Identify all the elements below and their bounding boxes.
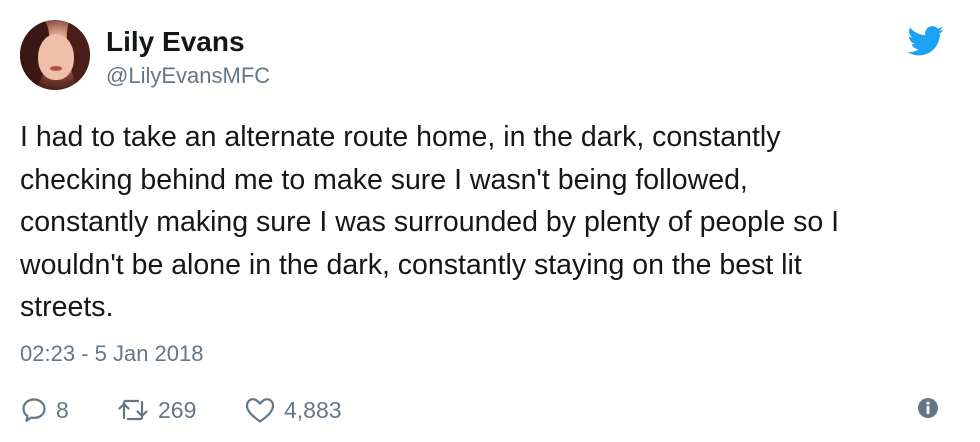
tweet-timestamp[interactable]: 02:23 - 5 Jan 2018 (20, 341, 203, 367)
info-icon[interactable] (916, 396, 940, 420)
tweet-card: Lily Evans @LilyEvansMFC I had to take a… (0, 0, 980, 442)
twitter-bird-icon[interactable] (908, 26, 944, 56)
like-button[interactable]: 4,883 (244, 394, 342, 426)
retweet-count: 269 (158, 396, 197, 423)
retweet-icon (118, 399, 148, 421)
author-name[interactable]: Lily Evans (106, 26, 245, 58)
avatar[interactable] (20, 20, 90, 90)
tweet-text: I had to take an alternate route home, i… (20, 121, 840, 323)
reply-icon (22, 398, 46, 422)
reply-count: 8 (56, 396, 69, 423)
author-handle[interactable]: @LilyEvansMFC (106, 63, 270, 89)
retweet-button[interactable]: 269 (116, 394, 196, 426)
reply-button[interactable]: 8 (20, 394, 69, 426)
like-count: 4,883 (284, 396, 342, 423)
heart-icon (245, 398, 275, 423)
